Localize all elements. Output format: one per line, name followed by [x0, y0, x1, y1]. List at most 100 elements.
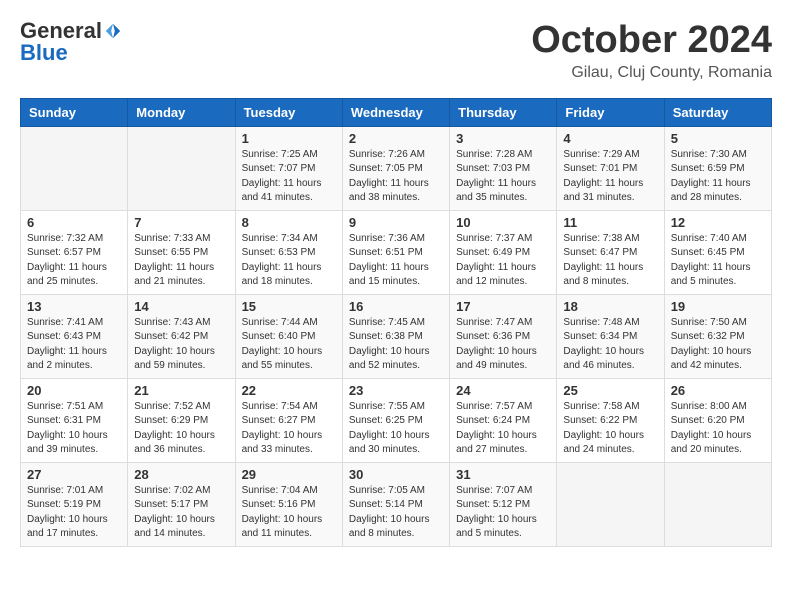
- day-info: Sunrise: 7:51 AM Sunset: 6:31 PM Dayligh…: [27, 400, 121, 458]
- calendar-cell: 3Sunrise: 7:28 AM Sunset: 7:03 PM Daylig…: [450, 126, 557, 210]
- calendar-cell: 23 Sunrise: 7:55 AM Sunset: 6:25 PM Dayli…: [342, 378, 449, 462]
- calendar-cell: 9Sunrise: 7:36 AM Sunset: 6:51 PM Daylig…: [342, 210, 449, 294]
- calendar-cell: [128, 126, 235, 210]
- day-info: Sunrise: 7:04 AM Sunset: 5:16 PM Dayligh…: [242, 484, 336, 542]
- day-info: Sunrise: 7:38 AM Sunset: 6:47 PM Dayligh…: [563, 232, 657, 290]
- calendar-cell: 18 Sunrise: 7:48 AM Sunset: 6:34 PM Dayli…: [557, 294, 664, 378]
- calendar-cell: 25 Sunrise: 7:58 AM Sunset: 6:22 PM Dayli…: [557, 378, 664, 462]
- calendar-cell: 22 Sunrise: 7:54 AM Sunset: 6:27 PM Dayli…: [235, 378, 342, 462]
- calendar-week-1: 1 Sunrise: 7:25 AM Sunset: 7:07 PM Daylig…: [21, 126, 772, 210]
- day-info: Sunrise: 7:48 AM Sunset: 6:34 PM Dayligh…: [563, 316, 657, 374]
- day-info: Sunrise: 7:40 AM Sunset: 6:45 PM Dayligh…: [671, 232, 765, 290]
- day-number: 13: [27, 299, 121, 314]
- day-info: Sunrise: 7:37 AM Sunset: 6:49 PM Dayligh…: [456, 232, 550, 290]
- calendar-week-3: 13 Sunrise: 7:41 AM Sunset: 6:43 PM Dayli…: [21, 294, 772, 378]
- calendar-cell: 1 Sunrise: 7:25 AM Sunset: 7:07 PM Daylig…: [235, 126, 342, 210]
- calendar-cell: 30 Sunrise: 7:05 AM Sunset: 5:14 PM Dayli…: [342, 462, 449, 546]
- calendar-cell: 16Sunrise: 7:45 AM Sunset: 6:38 PM Dayli…: [342, 294, 449, 378]
- day-number: 25: [563, 383, 657, 398]
- calendar-cell: [557, 462, 664, 546]
- calendar-cell: 5 Sunrise: 7:30 AM Sunset: 6:59 PM Daylig…: [664, 126, 771, 210]
- calendar-cell: 11Sunrise: 7:38 AM Sunset: 6:47 PM Dayli…: [557, 210, 664, 294]
- calendar-cell: 27Sunrise: 7:01 AM Sunset: 5:19 PM Dayli…: [21, 462, 128, 546]
- day-number: 20: [27, 383, 121, 398]
- calendar-cell: 28Sunrise: 7:02 AM Sunset: 5:17 PM Dayli…: [128, 462, 235, 546]
- day-number: 7: [134, 215, 228, 230]
- logo-icon: [104, 22, 122, 40]
- calendar-week-4: 20 Sunrise: 7:51 AM Sunset: 6:31 PM Dayli…: [21, 378, 772, 462]
- calendar-cell: 17 Sunrise: 7:47 AM Sunset: 6:36 PM Dayli…: [450, 294, 557, 378]
- day-info: Sunrise: 8:00 AM Sunset: 6:20 PM Dayligh…: [671, 400, 765, 458]
- calendar-cell: 6Sunrise: 7:32 AM Sunset: 6:57 PM Daylig…: [21, 210, 128, 294]
- day-info: Sunrise: 7:34 AM Sunset: 6:53 PM Dayligh…: [242, 232, 336, 290]
- day-info: Sunrise: 7:58 AM Sunset: 6:22 PM Dayligh…: [563, 400, 657, 458]
- logo: General Blue: [20, 20, 122, 64]
- day-number: 24: [456, 383, 550, 398]
- calendar-cell: 31Sunrise: 7:07 AM Sunset: 5:12 PM Dayli…: [450, 462, 557, 546]
- logo-blue-text: Blue: [20, 42, 68, 64]
- calendar-cell: 24 Sunrise: 7:57 AM Sunset: 6:24 PM Dayli…: [450, 378, 557, 462]
- day-info: Sunrise: 7:30 AM Sunset: 6:59 PM Dayligh…: [671, 148, 765, 206]
- calendar-table: SundayMondayTuesdayWednesdayThursdayFrid…: [20, 98, 772, 547]
- day-info: Sunrise: 7:33 AM Sunset: 6:55 PM Dayligh…: [134, 232, 228, 290]
- day-number: 10: [456, 215, 550, 230]
- day-info: Sunrise: 7:41 AM Sunset: 6:43 PM Dayligh…: [27, 316, 121, 374]
- header-day-tuesday: Tuesday: [235, 98, 342, 126]
- calendar-cell: 7 Sunrise: 7:33 AM Sunset: 6:55 PM Daylig…: [128, 210, 235, 294]
- header-day-friday: Friday: [557, 98, 664, 126]
- calendar-cell: [21, 126, 128, 210]
- day-number: 15: [242, 299, 336, 314]
- calendar-cell: 20 Sunrise: 7:51 AM Sunset: 6:31 PM Dayli…: [21, 378, 128, 462]
- day-number: 22: [242, 383, 336, 398]
- calendar-week-5: 27Sunrise: 7:01 AM Sunset: 5:19 PM Dayli…: [21, 462, 772, 546]
- day-number: 12: [671, 215, 765, 230]
- day-info: Sunrise: 7:55 AM Sunset: 6:25 PM Dayligh…: [349, 400, 443, 458]
- day-number: 5: [671, 131, 765, 146]
- day-info: Sunrise: 7:01 AM Sunset: 5:19 PM Dayligh…: [27, 484, 121, 542]
- day-info: Sunrise: 7:44 AM Sunset: 6:40 PM Dayligh…: [242, 316, 336, 374]
- calendar-header: SundayMondayTuesdayWednesdayThursdayFrid…: [21, 98, 772, 126]
- day-number: 23: [349, 383, 443, 398]
- day-number: 29: [242, 467, 336, 482]
- header-day-monday: Monday: [128, 98, 235, 126]
- day-info: Sunrise: 7:54 AM Sunset: 6:27 PM Dayligh…: [242, 400, 336, 458]
- location-subtitle: Gilau, Cluj County, Romania: [531, 64, 772, 82]
- calendar-cell: [664, 462, 771, 546]
- day-number: 6: [27, 215, 121, 230]
- month-title: October 2024: [531, 20, 772, 62]
- calendar-cell: 29 Sunrise: 7:04 AM Sunset: 5:16 PM Dayli…: [235, 462, 342, 546]
- calendar-cell: 8 Sunrise: 7:34 AM Sunset: 6:53 PM Daylig…: [235, 210, 342, 294]
- day-info: Sunrise: 7:57 AM Sunset: 6:24 PM Dayligh…: [456, 400, 550, 458]
- day-number: 8: [242, 215, 336, 230]
- day-info: Sunrise: 7:47 AM Sunset: 6:36 PM Dayligh…: [456, 316, 550, 374]
- calendar-week-2: 6Sunrise: 7:32 AM Sunset: 6:57 PM Daylig…: [21, 210, 772, 294]
- day-info: Sunrise: 7:25 AM Sunset: 7:07 PM Dayligh…: [242, 148, 336, 206]
- header-day-sunday: Sunday: [21, 98, 128, 126]
- day-number: 26: [671, 383, 765, 398]
- calendar-cell: 15 Sunrise: 7:44 AM Sunset: 6:40 PM Dayli…: [235, 294, 342, 378]
- calendar-cell: 19 Sunrise: 7:50 AM Sunset: 6:32 PM Dayli…: [664, 294, 771, 378]
- calendar-cell: 4Sunrise: 7:29 AM Sunset: 7:01 PM Daylig…: [557, 126, 664, 210]
- day-info: Sunrise: 7:50 AM Sunset: 6:32 PM Dayligh…: [671, 316, 765, 374]
- day-info: Sunrise: 7:45 AM Sunset: 6:38 PM Dayligh…: [349, 316, 443, 374]
- day-number: 19: [671, 299, 765, 314]
- calendar-cell: 14Sunrise: 7:43 AM Sunset: 6:42 PM Dayli…: [128, 294, 235, 378]
- day-info: Sunrise: 7:43 AM Sunset: 6:42 PM Dayligh…: [134, 316, 228, 374]
- day-number: 18: [563, 299, 657, 314]
- day-number: 30: [349, 467, 443, 482]
- day-info: Sunrise: 7:52 AM Sunset: 6:29 PM Dayligh…: [134, 400, 228, 458]
- day-number: 1: [242, 131, 336, 146]
- day-info: Sunrise: 7:05 AM Sunset: 5:14 PM Dayligh…: [349, 484, 443, 542]
- header-day-wednesday: Wednesday: [342, 98, 449, 126]
- calendar-cell: 21Sunrise: 7:52 AM Sunset: 6:29 PM Dayli…: [128, 378, 235, 462]
- page-header: General Blue October 2024 Gilau, Cluj Co…: [20, 20, 772, 82]
- day-number: 3: [456, 131, 550, 146]
- calendar-cell: 26 Sunrise: 8:00 AM Sunset: 6:20 PM Dayli…: [664, 378, 771, 462]
- calendar-cell: 13 Sunrise: 7:41 AM Sunset: 6:43 PM Dayli…: [21, 294, 128, 378]
- day-number: 17: [456, 299, 550, 314]
- calendar-cell: 2Sunrise: 7:26 AM Sunset: 7:05 PM Daylig…: [342, 126, 449, 210]
- header-day-saturday: Saturday: [664, 98, 771, 126]
- day-info: Sunrise: 7:02 AM Sunset: 5:17 PM Dayligh…: [134, 484, 228, 542]
- day-number: 4: [563, 131, 657, 146]
- calendar-body: 1 Sunrise: 7:25 AM Sunset: 7:07 PM Daylig…: [21, 126, 772, 546]
